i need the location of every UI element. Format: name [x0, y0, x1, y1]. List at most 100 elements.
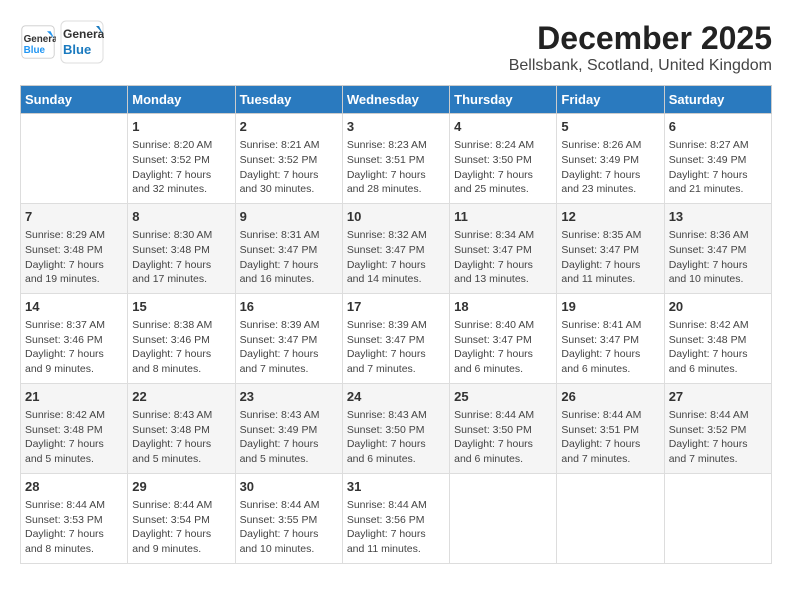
calendar-cell: 3 Sunrise: 8:23 AM Sunset: 3:51 PM Dayli…: [342, 114, 449, 204]
cell-info: Sunrise: 8:44 AM Sunset: 3:54 PM Dayligh…: [132, 498, 230, 557]
calendar-cell: 10 Sunrise: 8:32 AM Sunset: 3:47 PM Dayl…: [342, 203, 449, 293]
cell-info: Sunrise: 8:20 AM Sunset: 3:52 PM Dayligh…: [132, 138, 230, 197]
day-number: 18: [454, 298, 552, 316]
day-number: 5: [561, 118, 659, 136]
calendar-cell: 19 Sunrise: 8:41 AM Sunset: 3:47 PM Dayl…: [557, 293, 664, 383]
month-year-title: December 2025: [509, 20, 772, 57]
calendar-cell: 28 Sunrise: 8:44 AM Sunset: 3:53 PM Dayl…: [21, 473, 128, 563]
calendar-cell: 1 Sunrise: 8:20 AM Sunset: 3:52 PM Dayli…: [128, 114, 235, 204]
logo: General Blue General Blue: [20, 20, 104, 64]
col-friday: Friday: [557, 86, 664, 114]
col-sunday: Sunday: [21, 86, 128, 114]
cell-info: Sunrise: 8:21 AM Sunset: 3:52 PM Dayligh…: [240, 138, 338, 197]
cell-info: Sunrise: 8:39 AM Sunset: 3:47 PM Dayligh…: [240, 318, 338, 377]
cell-info: Sunrise: 8:27 AM Sunset: 3:49 PM Dayligh…: [669, 138, 767, 197]
calendar-cell: 20 Sunrise: 8:42 AM Sunset: 3:48 PM Dayl…: [664, 293, 771, 383]
calendar-cell: 30 Sunrise: 8:44 AM Sunset: 3:55 PM Dayl…: [235, 473, 342, 563]
day-number: 3: [347, 118, 445, 136]
calendar-cell: 15 Sunrise: 8:38 AM Sunset: 3:46 PM Dayl…: [128, 293, 235, 383]
cell-info: Sunrise: 8:35 AM Sunset: 3:47 PM Dayligh…: [561, 228, 659, 287]
calendar-cell: 27 Sunrise: 8:44 AM Sunset: 3:52 PM Dayl…: [664, 383, 771, 473]
day-number: 29: [132, 478, 230, 496]
cell-info: Sunrise: 8:37 AM Sunset: 3:46 PM Dayligh…: [25, 318, 123, 377]
cell-info: Sunrise: 8:30 AM Sunset: 3:48 PM Dayligh…: [132, 228, 230, 287]
day-number: 17: [347, 298, 445, 316]
calendar-cell: 11 Sunrise: 8:34 AM Sunset: 3:47 PM Dayl…: [450, 203, 557, 293]
calendar-week-row: 7 Sunrise: 8:29 AM Sunset: 3:48 PM Dayli…: [21, 203, 772, 293]
calendar-cell: 6 Sunrise: 8:27 AM Sunset: 3:49 PM Dayli…: [664, 114, 771, 204]
calendar-cell: [450, 473, 557, 563]
cell-info: Sunrise: 8:29 AM Sunset: 3:48 PM Dayligh…: [25, 228, 123, 287]
day-number: 24: [347, 388, 445, 406]
day-number: 9: [240, 208, 338, 226]
day-number: 23: [240, 388, 338, 406]
calendar-week-row: 28 Sunrise: 8:44 AM Sunset: 3:53 PM Dayl…: [21, 473, 772, 563]
cell-info: Sunrise: 8:23 AM Sunset: 3:51 PM Dayligh…: [347, 138, 445, 197]
day-number: 21: [25, 388, 123, 406]
cell-info: Sunrise: 8:42 AM Sunset: 3:48 PM Dayligh…: [669, 318, 767, 377]
calendar-cell: 29 Sunrise: 8:44 AM Sunset: 3:54 PM Dayl…: [128, 473, 235, 563]
location-subtitle: Bellsbank, Scotland, United Kingdom: [509, 57, 772, 75]
day-number: 15: [132, 298, 230, 316]
cell-info: Sunrise: 8:41 AM Sunset: 3:47 PM Dayligh…: [561, 318, 659, 377]
page-header: General Blue General Blue December 2025 …: [20, 20, 772, 75]
day-number: 14: [25, 298, 123, 316]
day-number: 26: [561, 388, 659, 406]
logo-graphic: General Blue: [60, 20, 104, 64]
day-number: 16: [240, 298, 338, 316]
cell-info: Sunrise: 8:31 AM Sunset: 3:47 PM Dayligh…: [240, 228, 338, 287]
cell-info: Sunrise: 8:39 AM Sunset: 3:47 PM Dayligh…: [347, 318, 445, 377]
day-number: 10: [347, 208, 445, 226]
calendar-title-block: December 2025 Bellsbank, Scotland, Unite…: [509, 20, 772, 75]
day-number: 28: [25, 478, 123, 496]
cell-info: Sunrise: 8:43 AM Sunset: 3:50 PM Dayligh…: [347, 408, 445, 467]
day-number: 4: [454, 118, 552, 136]
calendar-cell: 21 Sunrise: 8:42 AM Sunset: 3:48 PM Dayl…: [21, 383, 128, 473]
calendar-cell: 14 Sunrise: 8:37 AM Sunset: 3:46 PM Dayl…: [21, 293, 128, 383]
calendar-cell: 18 Sunrise: 8:40 AM Sunset: 3:47 PM Dayl…: [450, 293, 557, 383]
day-number: 20: [669, 298, 767, 316]
day-number: 2: [240, 118, 338, 136]
cell-info: Sunrise: 8:34 AM Sunset: 3:47 PM Dayligh…: [454, 228, 552, 287]
cell-info: Sunrise: 8:38 AM Sunset: 3:46 PM Dayligh…: [132, 318, 230, 377]
calendar-week-row: 14 Sunrise: 8:37 AM Sunset: 3:46 PM Dayl…: [21, 293, 772, 383]
calendar-week-row: 1 Sunrise: 8:20 AM Sunset: 3:52 PM Dayli…: [21, 114, 772, 204]
calendar-header-row: Sunday Monday Tuesday Wednesday Thursday…: [21, 86, 772, 114]
cell-info: Sunrise: 8:32 AM Sunset: 3:47 PM Dayligh…: [347, 228, 445, 287]
cell-info: Sunrise: 8:42 AM Sunset: 3:48 PM Dayligh…: [25, 408, 123, 467]
day-number: 8: [132, 208, 230, 226]
calendar-cell: [664, 473, 771, 563]
cell-info: Sunrise: 8:44 AM Sunset: 3:52 PM Dayligh…: [669, 408, 767, 467]
svg-text:General: General: [24, 34, 56, 45]
calendar-cell: 12 Sunrise: 8:35 AM Sunset: 3:47 PM Dayl…: [557, 203, 664, 293]
svg-text:Blue: Blue: [24, 45, 46, 56]
day-number: 27: [669, 388, 767, 406]
col-tuesday: Tuesday: [235, 86, 342, 114]
col-saturday: Saturday: [664, 86, 771, 114]
cell-info: Sunrise: 8:44 AM Sunset: 3:55 PM Dayligh…: [240, 498, 338, 557]
day-number: 7: [25, 208, 123, 226]
day-number: 13: [669, 208, 767, 226]
day-number: 1: [132, 118, 230, 136]
cell-info: Sunrise: 8:44 AM Sunset: 3:56 PM Dayligh…: [347, 498, 445, 557]
day-number: 31: [347, 478, 445, 496]
day-number: 12: [561, 208, 659, 226]
calendar-cell: 8 Sunrise: 8:30 AM Sunset: 3:48 PM Dayli…: [128, 203, 235, 293]
day-number: 19: [561, 298, 659, 316]
cell-info: Sunrise: 8:44 AM Sunset: 3:50 PM Dayligh…: [454, 408, 552, 467]
cell-info: Sunrise: 8:24 AM Sunset: 3:50 PM Dayligh…: [454, 138, 552, 197]
svg-text:Blue: Blue: [63, 42, 91, 57]
calendar-table: Sunday Monday Tuesday Wednesday Thursday…: [20, 85, 772, 564]
col-monday: Monday: [128, 86, 235, 114]
calendar-cell: 17 Sunrise: 8:39 AM Sunset: 3:47 PM Dayl…: [342, 293, 449, 383]
calendar-cell: [21, 114, 128, 204]
calendar-cell: [557, 473, 664, 563]
day-number: 30: [240, 478, 338, 496]
calendar-cell: 31 Sunrise: 8:44 AM Sunset: 3:56 PM Dayl…: [342, 473, 449, 563]
day-number: 6: [669, 118, 767, 136]
calendar-cell: 25 Sunrise: 8:44 AM Sunset: 3:50 PM Dayl…: [450, 383, 557, 473]
day-number: 11: [454, 208, 552, 226]
cell-info: Sunrise: 8:43 AM Sunset: 3:49 PM Dayligh…: [240, 408, 338, 467]
calendar-cell: 22 Sunrise: 8:43 AM Sunset: 3:48 PM Dayl…: [128, 383, 235, 473]
col-thursday: Thursday: [450, 86, 557, 114]
